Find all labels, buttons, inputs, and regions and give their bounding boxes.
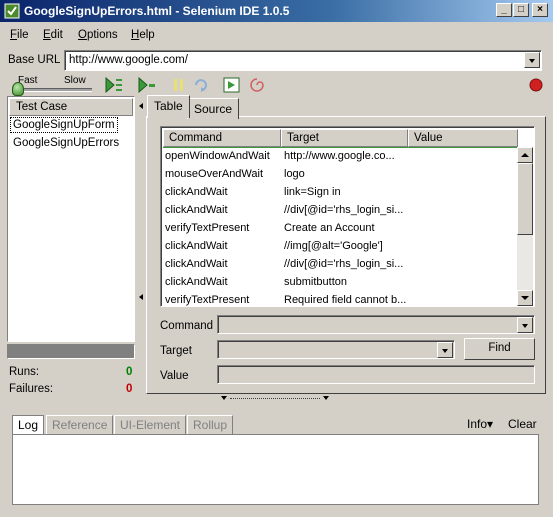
speed-slow-label: Slow [64, 75, 86, 86]
cell-command: clickAndWait [165, 258, 228, 270]
command-input[interactable] [217, 315, 535, 334]
cell-command: clickAndWait [165, 204, 228, 216]
base-url-value: http://www.google.com/ [69, 54, 188, 66]
column-header-command[interactable]: Command [163, 129, 281, 147]
cell-command: verifyTextPresent [165, 222, 250, 234]
step-icon[interactable] [193, 77, 211, 93]
scroll-down-button[interactable] [517, 290, 533, 306]
maximize-button[interactable]: □ [513, 3, 529, 17]
cell-command: clickAndWait [165, 186, 228, 198]
table-row[interactable]: clickAndWait link=Sign in [163, 184, 517, 202]
table-row[interactable]: clickAndWait //div[@id='rhs_login_si... [163, 202, 517, 220]
cell-target: //div[@id='rhs_login_si... [284, 258, 404, 270]
cell-target: submitbutton [284, 276, 347, 288]
test-case-item[interactable]: GoogleSignUpErrors [11, 136, 121, 150]
splitter-grip [230, 398, 320, 399]
selenium-app-icon [4, 3, 20, 19]
speed-slider-track[interactable] [16, 88, 92, 92]
table-row[interactable]: clickAndWait //img[@alt='Google'] [163, 238, 517, 256]
value-label: Value [160, 370, 189, 382]
target-dropdown-button[interactable] [437, 342, 453, 358]
table-row[interactable]: mouseOverAndWait logo [163, 166, 517, 184]
window-title: GoogleSignUpErrors.html - Selenium IDE 1… [24, 4, 290, 18]
header-separator [163, 147, 517, 148]
target-input[interactable] [217, 340, 455, 359]
column-header-target[interactable]: Target [281, 129, 408, 147]
base-url-input[interactable]: http://www.google.com/ [64, 50, 542, 71]
cell-command: mouseOverAndWait [165, 168, 264, 180]
menu-file[interactable]: File [10, 29, 29, 41]
arrow-down-icon [521, 296, 529, 300]
close-button[interactable]: × [532, 3, 548, 17]
progress-bar [7, 344, 135, 359]
runs-label: Runs: [9, 366, 40, 378]
cell-command: verifyTextPresent [165, 294, 250, 306]
speed-slider-knob[interactable] [12, 82, 24, 96]
find-button[interactable]: Find [464, 338, 535, 360]
arrow-up-icon [521, 153, 529, 157]
minimize-button[interactable]: _ [496, 3, 512, 17]
base-url-dropdown-button[interactable] [524, 52, 540, 68]
vertical-splitter[interactable] [138, 96, 144, 396]
menu-edit[interactable]: Edit [43, 29, 63, 41]
pause-icon[interactable] [170, 77, 188, 93]
target-label: Target [160, 345, 192, 357]
tab-source[interactable]: Source [187, 98, 240, 119]
cell-target: //div[@id='rhs_login_si... [284, 204, 404, 216]
table-row[interactable]: clickAndWait submitbutton [163, 274, 517, 292]
cell-command: clickAndWait [165, 276, 228, 288]
cell-target: logo [284, 168, 305, 180]
test-case-header[interactable]: Test Case [9, 98, 133, 116]
failures-count: 0 [126, 383, 133, 395]
table-scrollbar[interactable] [517, 147, 533, 306]
play-current-icon[interactable] [138, 77, 156, 93]
base-url-label: Base URL [8, 54, 61, 66]
play-all-icon[interactable] [105, 77, 123, 93]
horizontal-splitter[interactable] [218, 396, 332, 402]
log-tab-bar: Log Reference UI-Element Rollup Info▾ Cl… [12, 412, 539, 437]
title-bar: GoogleSignUpErrors.html - Selenium IDE 1… [0, 0, 553, 22]
column-header-value[interactable]: Value [408, 129, 518, 147]
scroll-up-button[interactable] [517, 147, 533, 163]
record-icon[interactable] [527, 77, 545, 93]
menu-options[interactable]: Options [78, 29, 118, 41]
collapse-down-icon[interactable] [221, 396, 227, 401]
cell-target: Required field cannot b... [284, 294, 407, 306]
table-row[interactable]: verifyTextPresent Required field cannot b… [163, 292, 517, 306]
table-row[interactable]: openWindowAndWait http://www.google.co... [163, 148, 517, 166]
table-row[interactable]: verifyTextPresent Create an Account [163, 220, 517, 238]
test-case-list: Test Case GoogleSignUpForm GoogleSignUpE… [7, 96, 135, 342]
menu-help[interactable]: Help [131, 29, 155, 41]
testrunner-icon[interactable] [223, 77, 241, 93]
value-input[interactable] [217, 365, 535, 384]
cell-target: link=Sign in [284, 186, 341, 198]
cell-target: //img[@alt='Google'] [284, 240, 383, 252]
runs-count: 0 [126, 366, 133, 378]
collapse-left-icon[interactable] [139, 294, 144, 300]
collapse-left-icon[interactable] [139, 103, 144, 109]
test-case-item[interactable]: GoogleSignUpForm [10, 117, 118, 133]
table-row[interactable]: clickAndWait //div[@id='rhs_login_si... [163, 256, 517, 274]
failures-label: Failures: [9, 383, 54, 395]
tab-table[interactable]: Table [147, 95, 190, 118]
log-output [12, 434, 539, 505]
rollup-icon[interactable] [248, 77, 266, 93]
cell-target: Create an Account [284, 222, 375, 234]
command-label: Command [160, 320, 214, 332]
command-dropdown-button[interactable] [517, 317, 533, 333]
menu-bar: File Edit Options Help [0, 24, 553, 46]
collapse-down-icon[interactable] [323, 396, 329, 401]
cell-target: http://www.google.co... [284, 150, 395, 162]
scroll-thumb[interactable] [517, 163, 533, 235]
cell-command: clickAndWait [165, 240, 228, 252]
cell-command: openWindowAndWait [165, 150, 270, 162]
command-table: Command Target Value openWindowAndWait ht… [160, 126, 535, 307]
